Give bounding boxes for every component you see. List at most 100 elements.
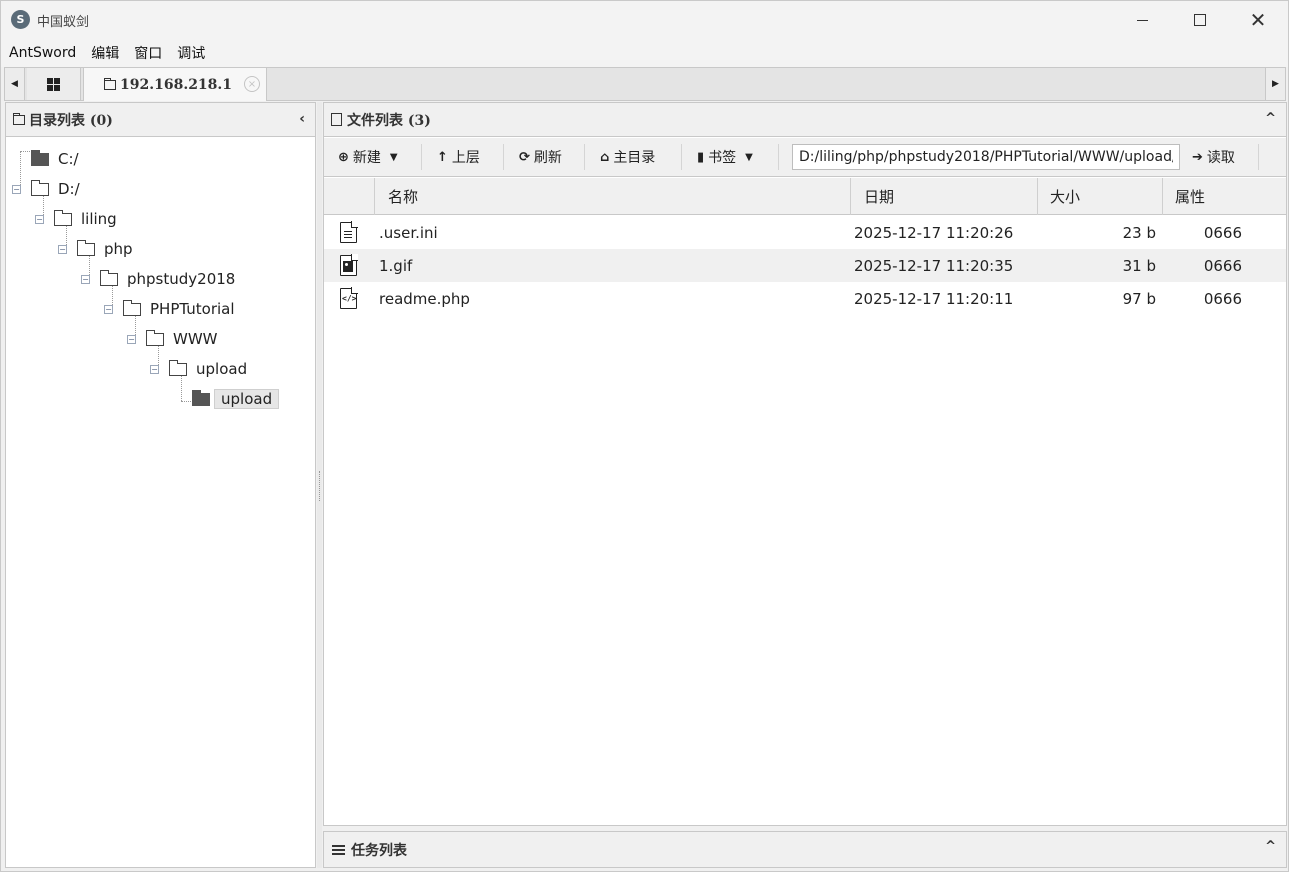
file-name: readme.php: [379, 289, 470, 308]
folder-icon: [13, 112, 25, 125]
folder-icon: [100, 269, 118, 286]
plus-circle-icon: ⊕: [338, 149, 349, 165]
folder-icon: [77, 239, 95, 256]
read-button[interactable]: ➔ 读取: [1192, 144, 1235, 170]
refresh-button[interactable]: ⟳ 刷新: [519, 144, 562, 170]
maximize-button[interactable]: [1171, 1, 1229, 39]
antsword-logo-icon: S: [11, 10, 30, 29]
caret-right-icon: ▶: [1272, 79, 1279, 89]
tab-scroll-left-button[interactable]: ◀: [5, 68, 25, 100]
tree-node-label: php: [104, 240, 133, 258]
tree-collapse-toggle[interactable]: −: [12, 185, 21, 194]
file-size: 31 b: [1122, 256, 1156, 275]
maximize-icon: [1194, 14, 1206, 26]
directory-panel-title: 目录列表 (0): [29, 112, 113, 129]
arrow-right-icon: ➔: [1192, 149, 1203, 165]
home-button-label: 主目录: [613, 150, 656, 166]
menu-window[interactable]: 窗口: [134, 43, 162, 63]
caret-down-icon: ▼: [745, 151, 753, 163]
table-row[interactable]: </> readme.php 2025-12-17 11:20:11 97 b …: [324, 282, 1286, 315]
directory-panel: 目录列表 (0) ‹ − − − − − − − C:/ D:/ liling …: [5, 102, 316, 868]
column-label: 日期: [864, 188, 895, 206]
column-header-size[interactable]: 大小: [1037, 178, 1162, 215]
column-label: 名称: [388, 188, 419, 206]
minimize-button[interactable]: [1113, 1, 1171, 39]
tab-scroll-right-button[interactable]: ▶: [1265, 68, 1285, 100]
folder-filled-icon: [192, 389, 210, 406]
file-size: 23 b: [1122, 223, 1156, 242]
code-file-icon-cell: </>: [340, 282, 364, 315]
file-date: 2025-12-17 11:20:26: [854, 223, 1014, 242]
tree-node-upload[interactable]: upload: [169, 357, 247, 381]
tab-close-icon[interactable]: ×: [244, 76, 260, 92]
caret-up-icon[interactable]: ^: [1265, 839, 1276, 854]
home-button[interactable]: ⌂ 主目录: [600, 144, 655, 170]
file-list-title: 文件列表 (3): [347, 112, 431, 129]
refresh-button-label: 刷新: [533, 150, 562, 166]
tree-node-label: D:/: [58, 180, 80, 198]
column-header-date[interactable]: 日期: [850, 178, 1037, 215]
tree-collapse-toggle[interactable]: −: [150, 365, 159, 374]
path-input[interactable]: [792, 144, 1180, 170]
file-icon: [331, 113, 342, 126]
menu-edit[interactable]: 编辑: [91, 43, 119, 63]
collapse-panel-icon[interactable]: ‹: [299, 111, 305, 127]
new-button[interactable]: ⊕ 新建 ▼: [338, 144, 398, 170]
file-attr: 0666: [1203, 256, 1242, 275]
image-file-icon: [340, 254, 358, 276]
table-row[interactable]: .user.ini 2025-12-17 11:20:26 23 b 0666: [324, 216, 1286, 249]
folder-icon: [146, 329, 164, 346]
tree-node-drive-c[interactable]: C:/: [31, 147, 79, 171]
menu-antsword[interactable]: AntSword: [9, 45, 76, 61]
tree-node-label: upload: [196, 360, 248, 378]
tree-node-phpstudy2018[interactable]: phpstudy2018: [100, 267, 235, 291]
text-file-icon: [340, 221, 358, 243]
tab-label: 192.168.218.1: [120, 76, 233, 93]
tree-node-phptutorial[interactable]: PHPTutorial: [123, 297, 235, 321]
arrow-up-icon: ↑: [437, 149, 448, 165]
tab-home[interactable]: [27, 68, 81, 100]
column-header-attr[interactable]: 属性: [1162, 178, 1286, 215]
title-bar: S 中国蚁剑 ✕: [1, 1, 1288, 39]
up-button[interactable]: ↑ 上层: [437, 144, 480, 170]
tree-collapse-toggle[interactable]: −: [81, 275, 90, 284]
folder-icon: [123, 299, 141, 316]
tab-shell-session[interactable]: 192.168.218.1 ×: [83, 67, 267, 101]
tree-node-label: upload: [214, 389, 280, 409]
tree-collapse-toggle[interactable]: −: [104, 305, 113, 314]
caret-down-icon: ▼: [389, 151, 398, 163]
folder-icon: [104, 77, 116, 90]
task-list-panel[interactable]: 任务列表 ^: [323, 831, 1287, 868]
tree-collapse-toggle[interactable]: −: [58, 245, 67, 254]
tree-node-php[interactable]: php: [77, 237, 133, 261]
task-list-title: 任务列表: [351, 842, 407, 859]
bookmark-icon: ▮: [697, 149, 705, 165]
caret-left-icon: ◀: [11, 79, 18, 89]
list-icon: [332, 844, 345, 855]
file-date: 2025-12-17 11:20:11: [854, 289, 1014, 308]
close-icon: ✕: [1249, 8, 1267, 32]
tree-collapse-toggle[interactable]: −: [35, 215, 44, 224]
caret-up-icon[interactable]: ^: [1265, 111, 1276, 126]
text-file-icon-cell: [340, 216, 364, 249]
bookmark-button[interactable]: ▮ 书签 ▼: [697, 144, 753, 170]
window-title: 中国蚁剑: [37, 15, 90, 30]
grid-icon: [47, 77, 60, 91]
tree-node-upload-selected[interactable]: upload: [192, 387, 280, 411]
menu-debug[interactable]: 调试: [177, 43, 205, 63]
file-size: 97 b: [1122, 289, 1156, 308]
tree-node-drive-d[interactable]: D:/: [31, 177, 80, 201]
file-grid-header: 名称 日期 大小 属性: [324, 178, 1286, 215]
close-window-button[interactable]: ✕: [1229, 1, 1287, 39]
tree-node-label: WWW: [173, 330, 218, 348]
tree-collapse-toggle[interactable]: −: [127, 335, 136, 344]
file-toolbar: ⊕ 新建 ▼ ↑ 上层 ⟳ 刷新 ⌂ 主目录 ▮ 书签 ▼ D:/liling/…: [324, 138, 1286, 177]
tree-node-www[interactable]: WWW: [146, 327, 218, 351]
image-file-icon-cell: [340, 249, 364, 282]
tree-node-label: PHPTutorial: [150, 300, 235, 318]
column-header-name[interactable]: 名称: [374, 178, 850, 215]
tree-node-label: liling: [81, 210, 117, 228]
tree-node-liling[interactable]: liling: [54, 207, 117, 231]
file-name: .user.ini: [379, 223, 438, 242]
table-row[interactable]: 1.gif 2025-12-17 11:20:35 31 b 0666: [324, 249, 1286, 282]
